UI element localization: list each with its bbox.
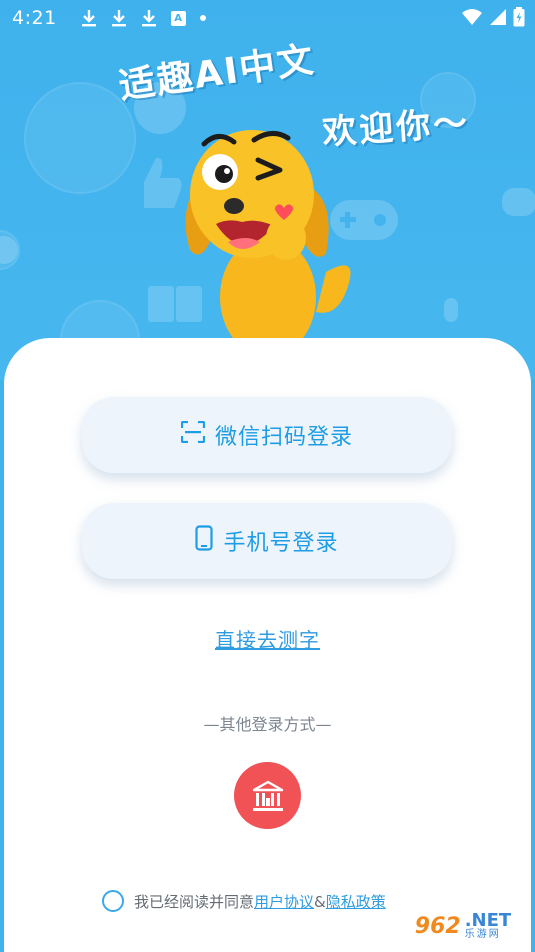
hero-banner: 4:21 A 适趣AI中文 欢迎你～ — [0, 0, 535, 380]
watermark-suffix: .NET — [464, 910, 512, 931]
privacy-policy-link[interactable]: 隐私政策 — [326, 893, 386, 911]
user-agreement-link[interactable]: 用户协议 — [254, 893, 314, 911]
watermark-logo: 962 .NET 乐游网 — [399, 906, 527, 946]
skip-login-link[interactable]: 直接去测字 — [0, 624, 535, 653]
translate-icon: A — [170, 10, 186, 26]
watermark-sub: 乐游网 — [464, 929, 501, 940]
other-login-label: —其他登录方式— — [203, 715, 332, 734]
agreement-prefix: 我已经阅读并同意 — [134, 892, 255, 911]
agree-checkbox[interactable] — [102, 890, 124, 912]
hero-title: 适趣AI中文 — [116, 39, 318, 108]
battery-icon — [513, 7, 525, 32]
phone-icon — [195, 525, 214, 557]
wechat-login-label: 微信扫码登录 — [214, 425, 353, 450]
download-icon — [141, 9, 157, 27]
notification-dot-icon — [199, 15, 206, 21]
download-icon — [81, 9, 97, 27]
status-time: 4:21 — [12, 7, 57, 29]
phone-login-label: 手机号登录 — [223, 531, 339, 556]
government-building-icon — [252, 780, 283, 811]
agreement-amp: & — [314, 892, 326, 911]
signal-icon — [489, 8, 507, 31]
status-bar: 4:21 A — [0, 0, 535, 36]
wifi-icon — [461, 8, 483, 31]
dog-mascot-icon — [185, 130, 351, 342]
watermark-number: 962 — [414, 913, 461, 939]
agreement-text: 我已经阅读并同意用户协议&隐私政策 — [134, 891, 386, 912]
bubble-decoration — [24, 82, 136, 194]
mic-icon — [444, 298, 458, 322]
phone-login-button[interactable]: 手机号登录 — [82, 503, 452, 579]
gamepad-icon — [502, 188, 535, 216]
scan-icon — [180, 420, 206, 449]
joystick-icon — [0, 236, 18, 264]
download-icon — [111, 9, 127, 27]
wechat-login-button[interactable]: 微信扫码登录 — [82, 397, 452, 473]
agreement-row: 我已经阅读并同意用户协议&隐私政策 — [102, 890, 386, 912]
government-login-button[interactable] — [234, 762, 301, 829]
